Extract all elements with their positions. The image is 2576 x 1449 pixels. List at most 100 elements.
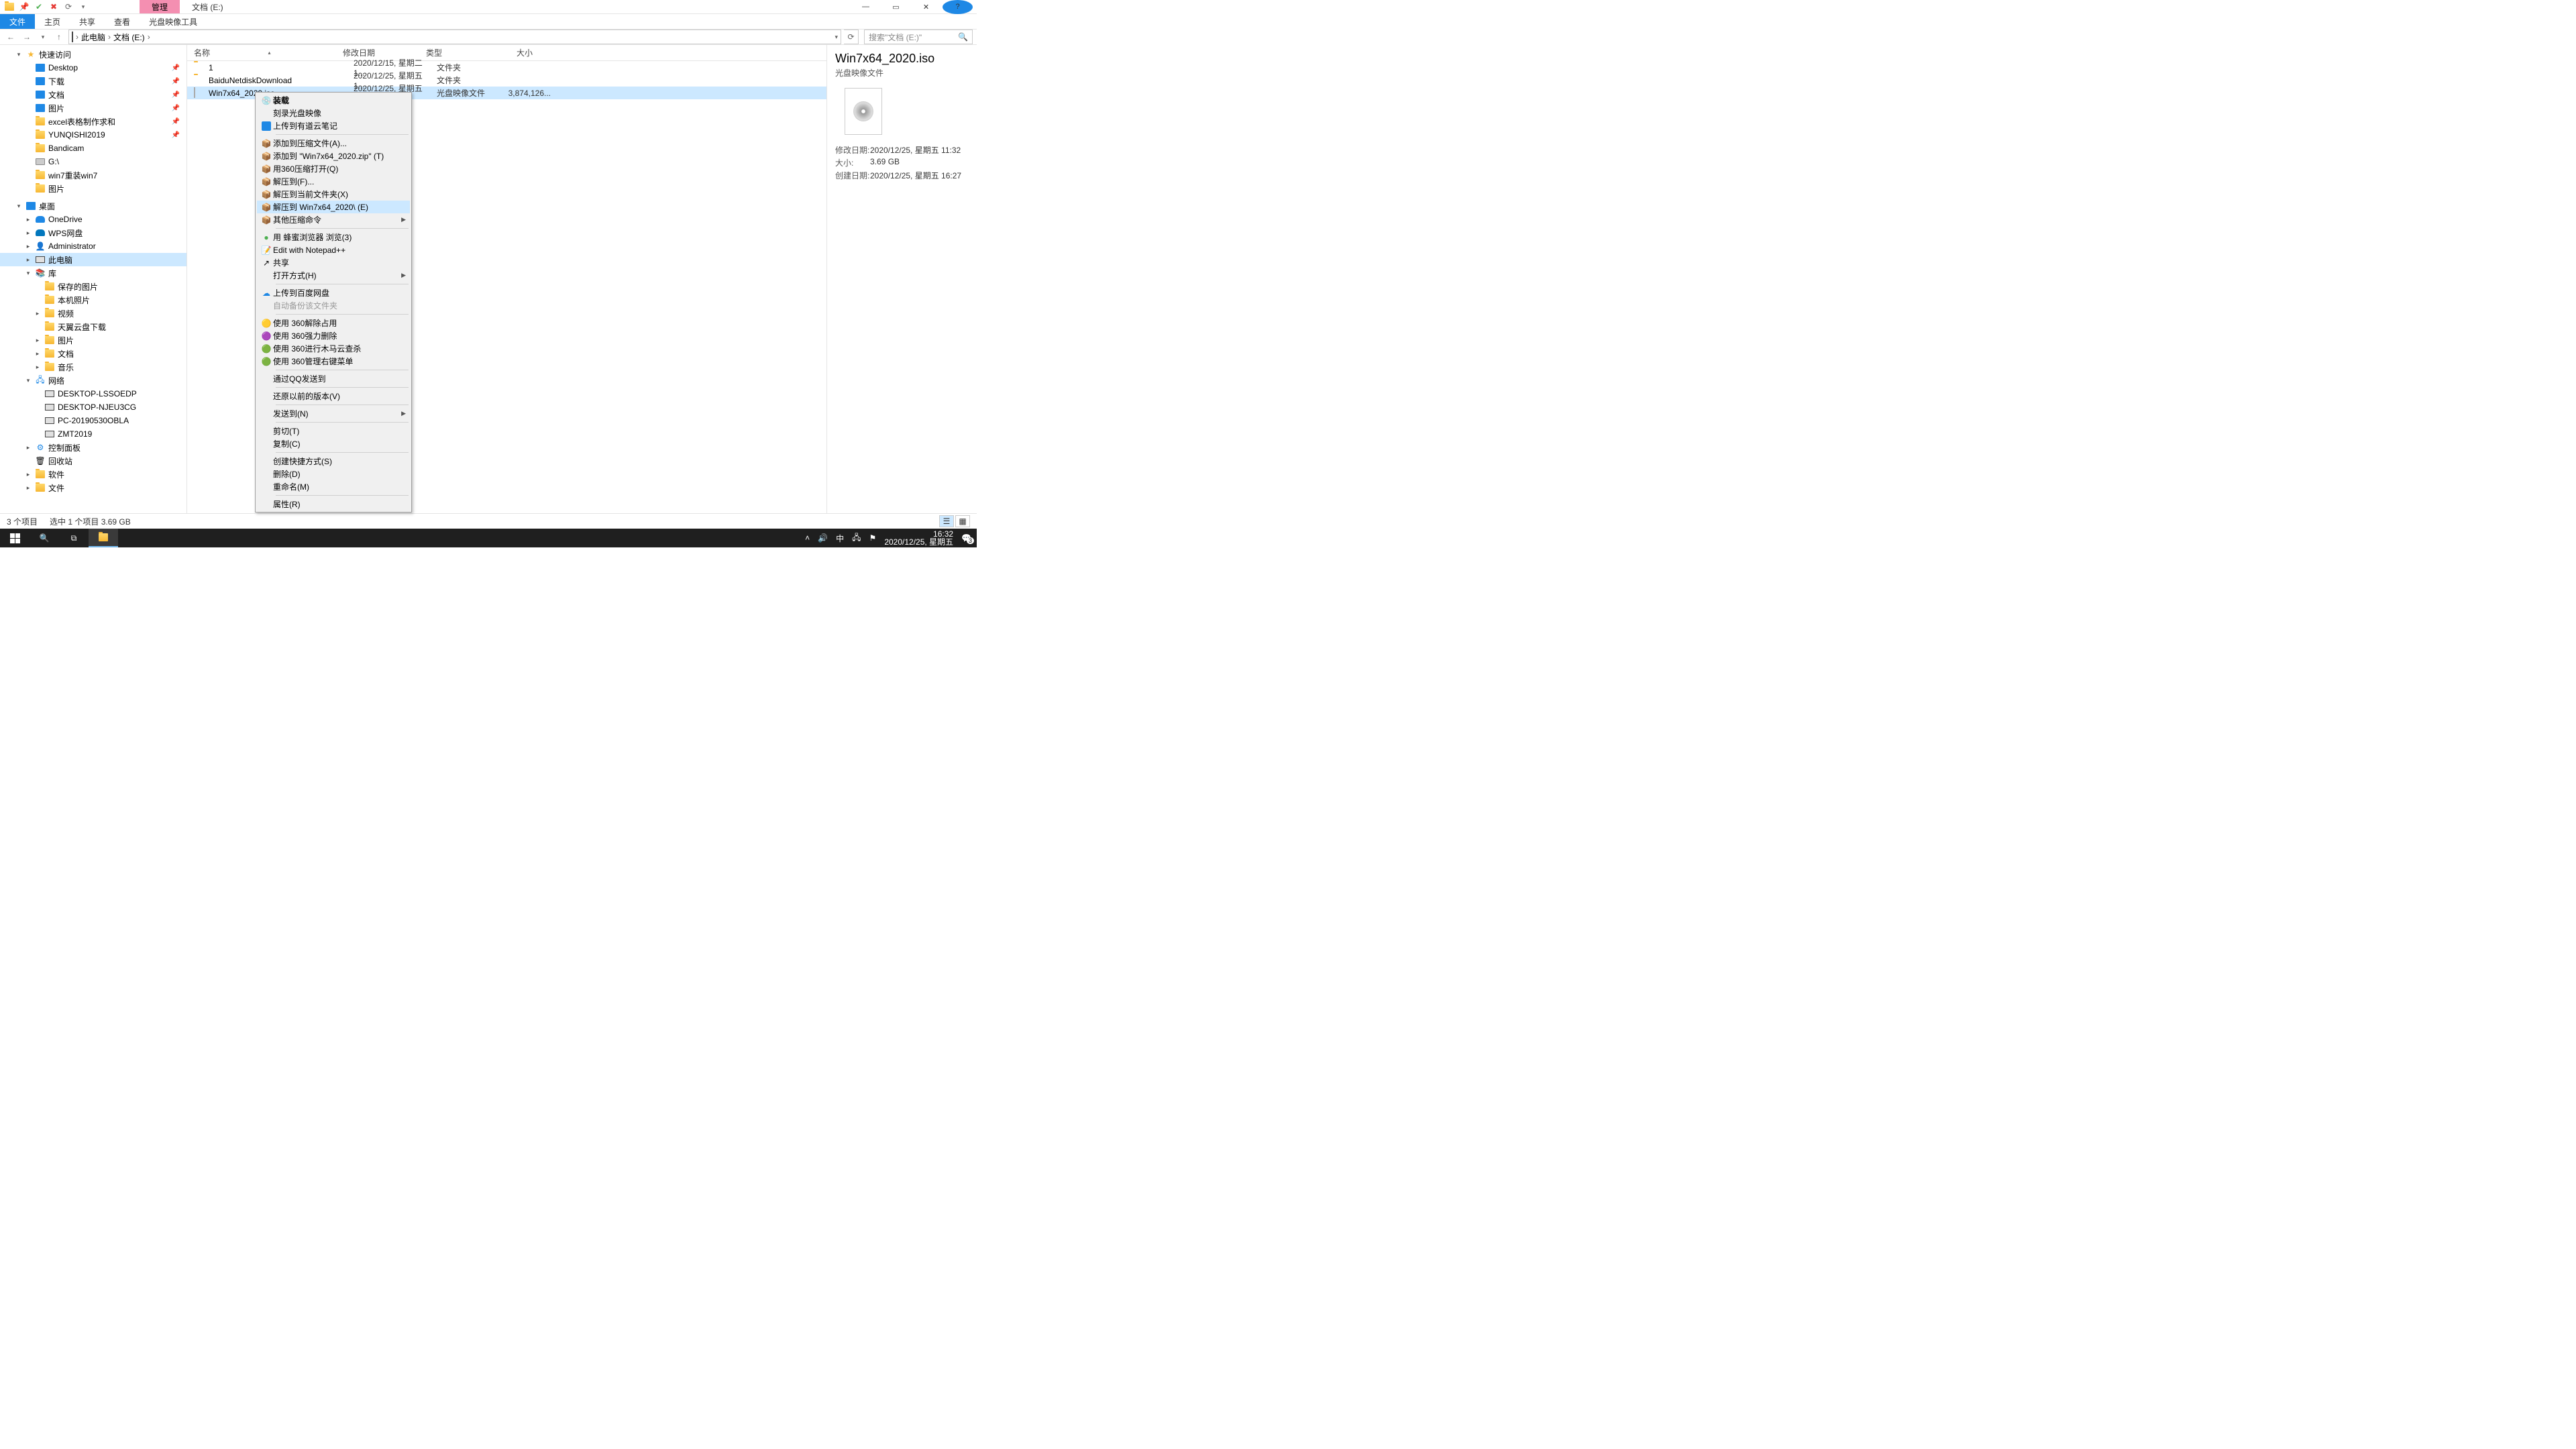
minimize-button[interactable]: ―: [851, 0, 881, 14]
nav-excel[interactable]: excel表格制作求和📌: [0, 115, 186, 128]
nav-recent-button[interactable]: ▾: [36, 30, 50, 44]
breadcrumb-dropdown-icon[interactable]: ▾: [835, 34, 838, 41]
ctx-send-to[interactable]: 发送到(N)▶: [257, 407, 410, 420]
nav-admin[interactable]: ▸👤Administrator: [0, 239, 186, 253]
task-view-button[interactable]: ⧉: [59, 529, 89, 547]
nav-downloads[interactable]: 下载📌: [0, 74, 186, 88]
nav-pictures3[interactable]: ▸图片: [0, 333, 186, 347]
tab-file[interactable]: 文件: [0, 14, 35, 29]
tab-home[interactable]: 主页: [35, 14, 70, 29]
chevron-right-icon[interactable]: ›: [108, 32, 111, 42]
nav-pictures[interactable]: 图片📌: [0, 101, 186, 115]
volume-icon[interactable]: 🔊: [818, 533, 828, 543]
action-center-button[interactable]: 💬3: [961, 533, 971, 543]
start-button[interactable]: [0, 529, 30, 547]
nav-back-button[interactable]: ←: [4, 30, 17, 44]
close-button[interactable]: ✕: [911, 0, 941, 14]
ctx-copy[interactable]: 复制(C): [257, 437, 410, 450]
help-button[interactable]: ?: [943, 0, 973, 14]
qat-pin-icon[interactable]: 📌: [19, 1, 30, 12]
nav-this-pc[interactable]: ▸此电脑: [0, 253, 186, 266]
file-row[interactable]: BaiduNetdiskDownload 2020/12/25, 星期五 1..…: [187, 74, 826, 87]
ctx-open-with[interactable]: 打开方式(H)▶: [257, 269, 410, 282]
taskbar-clock[interactable]: 16:32 2020/12/25, 星期五: [884, 530, 953, 546]
nav-camera[interactable]: 本机照片: [0, 293, 186, 307]
file-row[interactable]: 1 2020/12/15, 星期二 1... 文件夹: [187, 61, 826, 74]
qat-save-icon[interactable]: ✔: [34, 1, 44, 12]
nav-documents[interactable]: 文档📌: [0, 88, 186, 101]
nav-pc3[interactable]: PC-20190530OBLA: [0, 414, 186, 427]
nav-yunqishi[interactable]: YUNQISHI2019📌: [0, 128, 186, 142]
col-name[interactable]: 名称▴: [187, 45, 336, 60]
nav-pc1[interactable]: DESKTOP-LSSOEDP: [0, 387, 186, 400]
nav-gdrive[interactable]: G:\: [0, 155, 186, 168]
tab-disc-tools[interactable]: 光盘映像工具: [140, 14, 207, 29]
nav-music[interactable]: ▸音乐: [0, 360, 186, 374]
nav-bandicam[interactable]: Bandicam: [0, 142, 186, 155]
nav-forward-button[interactable]: →: [20, 30, 34, 44]
refresh-button[interactable]: ⟳: [844, 30, 859, 44]
nav-soft[interactable]: ▸软件: [0, 468, 186, 481]
nav-recycle[interactable]: 🗑回收站: [0, 454, 186, 468]
nav-pictures2[interactable]: 图片: [0, 182, 186, 195]
nav-desktop[interactable]: Desktop📌: [0, 61, 186, 74]
nav-pc2[interactable]: DESKTOP-NJEU3CG: [0, 400, 186, 414]
nav-quick-access[interactable]: ▾★快速访问: [0, 48, 186, 61]
tray-overflow-button[interactable]: ˄: [805, 533, 810, 543]
nav-tianyi[interactable]: 天翼云盘下载: [0, 320, 186, 333]
ctx-delete[interactable]: 删除(D): [257, 468, 410, 480]
ctx-extract-named[interactable]: 📦解压到 Win7x64_2020\ (E): [257, 201, 410, 213]
col-size[interactable]: 大小: [486, 45, 540, 60]
nav-libraries[interactable]: ▾📚库: [0, 266, 186, 280]
qat-undo-icon[interactable]: ⟳: [63, 1, 74, 12]
ctx-open-360zip[interactable]: 📦用360压缩打开(Q): [257, 162, 410, 175]
chevron-right-icon[interactable]: ›: [148, 32, 150, 42]
nav-win7[interactable]: win7重装win7: [0, 168, 186, 182]
nav-documents2[interactable]: ▸文档: [0, 347, 186, 360]
ctx-360-unlock[interactable]: 🟡使用 360解除占用: [257, 317, 410, 329]
explorer-task[interactable]: [89, 529, 118, 547]
ctx-restore-version[interactable]: 还原以前的版本(V): [257, 390, 410, 402]
ctx-extract-here[interactable]: 📦解压到当前文件夹(X): [257, 188, 410, 201]
nav-control-panel[interactable]: ▸⚙控制面板: [0, 441, 186, 454]
network-icon[interactable]: 🖧: [852, 531, 861, 545]
tab-share[interactable]: 共享: [70, 14, 105, 29]
ctx-mount[interactable]: 💿装载: [257, 94, 410, 107]
nav-pc4[interactable]: ZMT2019: [0, 427, 186, 441]
chevron-right-icon[interactable]: ›: [76, 32, 78, 42]
ctx-honey-browser[interactable]: ●用 蜂蜜浏览器 浏览(3): [257, 231, 410, 244]
breadcrumb-root[interactable]: 此电脑: [81, 32, 105, 43]
navigation-pane[interactable]: ▾★快速访问 Desktop📌 下载📌 文档📌 图片📌 excel表格制作求和📌…: [0, 45, 186, 513]
breadcrumb-folder[interactable]: 文档 (E:): [113, 32, 145, 43]
ctx-360-manage[interactable]: 🟢使用 360管理右键菜单: [257, 355, 410, 368]
maximize-button[interactable]: ▭: [881, 0, 911, 14]
nav-saved-pics[interactable]: 保存的图片: [0, 280, 186, 293]
nav-desktop-root[interactable]: ▾桌面: [0, 199, 186, 213]
tab-view[interactable]: 查看: [105, 14, 140, 29]
ctx-notepadpp[interactable]: 📝Edit with Notepad++: [257, 244, 410, 256]
nav-up-button[interactable]: ↑: [52, 30, 66, 44]
ctx-cut[interactable]: 剪切(T): [257, 425, 410, 437]
ctx-properties[interactable]: 属性(R): [257, 498, 410, 511]
ctx-shortcut[interactable]: 创建快捷方式(S): [257, 455, 410, 468]
ctx-youdao[interactable]: 上传到有道云笔记: [257, 119, 410, 132]
context-tab-manage[interactable]: 管理: [140, 0, 180, 13]
nav-wps[interactable]: ▸WPS网盘: [0, 226, 186, 239]
ctx-baidu-upload[interactable]: ☁上传到百度网盘: [257, 286, 410, 299]
ctx-add-archive[interactable]: 📦添加到压缩文件(A)...: [257, 137, 410, 150]
search-button[interactable]: 🔍: [30, 529, 59, 547]
search-input[interactable]: 搜索"文档 (E:)" 🔍: [864, 30, 973, 44]
flag-icon[interactable]: ⚑: [869, 533, 877, 543]
ctx-360-scan[interactable]: 🟢使用 360进行木马云查杀: [257, 342, 410, 355]
ctx-other-compress[interactable]: 📦其他压缩命令▶: [257, 213, 410, 226]
qat-delete-icon[interactable]: ✖: [48, 1, 59, 12]
ctx-rename[interactable]: 重命名(M): [257, 480, 410, 493]
nav-videos[interactable]: ▸视频: [0, 307, 186, 320]
ctx-burn[interactable]: 刻录光盘映像: [257, 107, 410, 119]
nav-onedrive[interactable]: ▸OneDrive: [0, 213, 186, 226]
nav-network[interactable]: ▾🖧网络: [0, 374, 186, 387]
ime-indicator[interactable]: 中: [836, 533, 844, 544]
qat-more-icon[interactable]: ▾: [78, 1, 89, 12]
view-icons-button[interactable]: ▦: [955, 515, 970, 527]
breadcrumb[interactable]: › 此电脑 › 文档 (E:) › ▾: [68, 30, 841, 44]
